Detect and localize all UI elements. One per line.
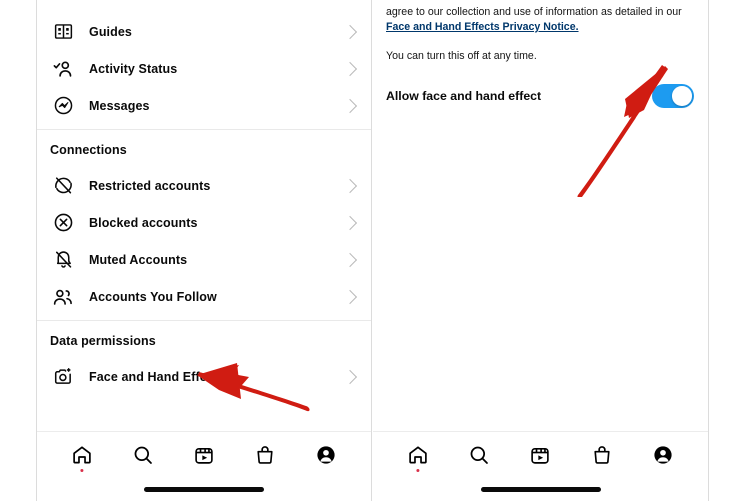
- nav-home-button[interactable]: [65, 438, 99, 472]
- nav-search-button[interactable]: [126, 438, 160, 472]
- bottom-nav-icons: [37, 432, 371, 478]
- bottom-nav-left: [37, 431, 371, 501]
- section-heading-connections: Connections: [50, 143, 127, 157]
- settings-row-messages[interactable]: Messages: [37, 87, 371, 124]
- nav-reels-button[interactable]: [187, 438, 221, 472]
- settings-row-face-and-hand-effects-label: Face and Hand Effects: [89, 369, 226, 384]
- chevron-right-icon: [342, 252, 358, 267]
- settings-row-muted-accounts[interactable]: Muted Accounts: [37, 241, 371, 278]
- face-and-hand-effects-detail: agree to our collection and use of infor…: [373, 0, 708, 431]
- toggle-knob: [672, 86, 692, 106]
- nav-profile-button[interactable]: [646, 438, 680, 472]
- blocked-account-x-circle-icon: [50, 210, 76, 236]
- settings-row-blocked-accounts[interactable]: Blocked accounts: [37, 204, 371, 241]
- left-phone-panel: Live Guides: [36, 0, 372, 501]
- settings-row-blocked-accounts-label: Blocked accounts: [89, 215, 198, 230]
- chevron-right-icon: [342, 289, 358, 304]
- chevron-right-icon: [342, 178, 358, 193]
- home-indicator-bar: [144, 487, 264, 492]
- settings-row-guides[interactable]: Guides: [37, 13, 371, 50]
- restricted-account-icon: [50, 173, 76, 199]
- home-badge-dot: [416, 468, 420, 472]
- muted-bell-slash-icon: [50, 247, 76, 273]
- nav-shop-button[interactable]: [248, 438, 282, 472]
- bottom-nav-icons: [373, 432, 708, 478]
- settings-row-accounts-you-follow-label: Accounts You Follow: [89, 289, 217, 304]
- nav-search-button[interactable]: [462, 438, 496, 472]
- chevron-right-icon: [342, 98, 358, 113]
- settings-row-accounts-you-follow[interactable]: Accounts You Follow: [37, 278, 371, 315]
- accounts-you-follow-people-icon: [50, 284, 76, 310]
- chevron-right-icon: [342, 215, 358, 230]
- activity-status-person-check-icon: [50, 56, 76, 82]
- consent-paragraph-text: agree to our collection and use of infor…: [386, 6, 682, 18]
- chevron-right-icon: [342, 369, 358, 384]
- messenger-icon: [50, 93, 76, 119]
- settings-list: Live Guides: [37, 0, 371, 431]
- turn-off-note: You can turn this off at any time.: [386, 50, 537, 62]
- chevron-right-icon: [342, 24, 358, 39]
- list-top-spacer: [37, 0, 371, 13]
- section-heading-data-permissions: Data permissions: [50, 334, 156, 348]
- nav-reels-button[interactable]: [523, 438, 557, 472]
- settings-row-activity-status[interactable]: Activity Status: [37, 50, 371, 87]
- consent-paragraph: agree to our collection and use of infor…: [386, 5, 694, 35]
- settings-row-restricted-accounts-label: Restricted accounts: [89, 178, 211, 193]
- camera-sparkle-icon: [50, 364, 76, 390]
- settings-row-muted-accounts-label: Muted Accounts: [89, 252, 188, 267]
- nav-home-button[interactable]: [401, 438, 435, 472]
- nav-shop-button[interactable]: [585, 438, 619, 472]
- home-badge-dot: [80, 468, 84, 472]
- chevron-right-icon: [342, 61, 358, 76]
- allow-face-and-hand-effect-toggle[interactable]: [652, 84, 694, 108]
- allow-face-and-hand-effect-label: Allow face and hand effect: [386, 89, 542, 103]
- settings-row-messages-label: Messages: [89, 98, 150, 113]
- right-phone-panel: agree to our collection and use of infor…: [373, 0, 709, 501]
- settings-row-restricted-accounts[interactable]: Restricted accounts: [37, 167, 371, 204]
- guides-book-icon: [50, 19, 76, 45]
- bottom-nav-right: [373, 431, 708, 501]
- settings-row-guides-label: Guides: [89, 24, 132, 39]
- nav-profile-button[interactable]: [309, 438, 343, 472]
- settings-row-face-and-hand-effects[interactable]: Face and Hand Effects: [37, 358, 371, 395]
- privacy-notice-link[interactable]: Face and Hand Effects Privacy Notice.: [386, 21, 579, 33]
- settings-row-activity-status-label: Activity Status: [89, 61, 178, 76]
- allow-face-and-hand-effect-row: Allow face and hand effect: [386, 84, 694, 108]
- dual-phone-screenshot: Live Guides: [0, 0, 731, 501]
- home-indicator-bar: [480, 487, 601, 492]
